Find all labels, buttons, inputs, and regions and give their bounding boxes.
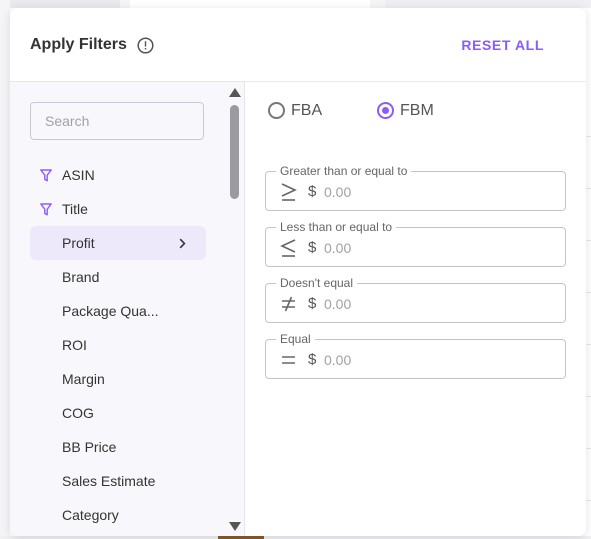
dialog-title: Apply Filters bbox=[30, 36, 127, 53]
filter-item-label: Title bbox=[62, 201, 88, 217]
field-label: Doesn't equal bbox=[276, 276, 358, 290]
amount-input-placeholder[interactable]: 0.00 bbox=[324, 240, 351, 256]
does-not-equal-field[interactable]: Doesn't equal $ 0.00 bbox=[265, 276, 566, 323]
background-table-edge bbox=[586, 80, 591, 539]
greater-than-or-equal-icon bbox=[281, 183, 297, 201]
filter-item-label: BB Price bbox=[62, 439, 117, 455]
filter-item-roi[interactable]: ROI bbox=[30, 328, 206, 362]
background-tab bbox=[10, 0, 120, 8]
radio-circle[interactable] bbox=[268, 102, 285, 119]
reset-all-button[interactable]: RESET ALL bbox=[461, 37, 544, 53]
field-label: Equal bbox=[276, 332, 315, 346]
filter-item-label: Brand bbox=[62, 269, 100, 285]
amount-input-placeholder[interactable]: 0.00 bbox=[324, 352, 351, 368]
fbm-radio-label[interactable]: FBM bbox=[400, 102, 434, 120]
chevron-right-icon bbox=[179, 238, 186, 249]
filter-item-title[interactable]: Title bbox=[30, 192, 206, 226]
fba-radio-label[interactable]: FBA bbox=[291, 102, 322, 120]
filter-item-label: Package Qua... bbox=[62, 303, 159, 319]
background-tab bbox=[385, 0, 591, 8]
filter-item-label: Profit bbox=[62, 235, 95, 251]
filter-list-scrollbar[interactable] bbox=[228, 88, 241, 536]
background-page bbox=[0, 0, 10, 539]
scrollbar-thumb[interactable] bbox=[230, 105, 239, 199]
apply-filters-dialog: Apply Filters RESET ALL ASIN Title Profi… bbox=[10, 8, 586, 536]
filter-item-asin[interactable]: ASIN bbox=[30, 158, 206, 192]
filter-item-profit[interactable]: Profit bbox=[30, 226, 206, 260]
background-tab bbox=[130, 0, 370, 8]
filter-item-label: Category bbox=[62, 507, 119, 523]
info-icon[interactable] bbox=[137, 37, 154, 54]
amount-input-placeholder[interactable]: 0.00 bbox=[324, 184, 351, 200]
greater-than-or-equal-field[interactable]: Greater than or equal to $ 0.00 bbox=[265, 164, 566, 211]
radio-circle[interactable] bbox=[377, 102, 394, 119]
equal-icon bbox=[282, 356, 295, 364]
field-label: Greater than or equal to bbox=[276, 164, 412, 178]
funnel-icon bbox=[40, 203, 52, 216]
scroll-up-arrow-icon[interactable] bbox=[229, 88, 241, 97]
filter-item-label: ROI bbox=[62, 337, 87, 353]
filter-item-category[interactable]: Category bbox=[30, 498, 206, 532]
filter-detail-panel: FBA FBM Greater than or equal to $ 0.00 … bbox=[245, 82, 586, 536]
less-than-or-equal-field[interactable]: Less than or equal to $ 0.00 bbox=[265, 220, 566, 267]
funnel-icon bbox=[40, 169, 52, 182]
amount-input-placeholder[interactable]: 0.00 bbox=[324, 296, 351, 312]
filter-item-bb-price[interactable]: BB Price bbox=[30, 430, 206, 464]
filter-item-label: COG bbox=[62, 405, 94, 421]
currency-symbol: $ bbox=[308, 351, 317, 368]
filter-item-margin[interactable]: Margin bbox=[30, 362, 206, 396]
less-than-or-equal-icon bbox=[280, 239, 296, 257]
filter-item-label: Margin bbox=[62, 371, 105, 387]
field-label: Less than or equal to bbox=[276, 220, 397, 234]
filter-item-label: Sales Estimate bbox=[62, 473, 156, 489]
equal-field[interactable]: Equal $ 0.00 bbox=[265, 332, 566, 379]
search-input[interactable] bbox=[30, 102, 204, 140]
currency-symbol: $ bbox=[308, 295, 317, 312]
filter-item-label: ASIN bbox=[62, 167, 95, 183]
currency-symbol: $ bbox=[308, 183, 317, 200]
filter-item-brand[interactable]: Brand bbox=[30, 260, 206, 294]
scroll-down-arrow-icon[interactable] bbox=[229, 522, 241, 531]
filter-list-panel: ASIN Title Profit Brand Package Qua... R… bbox=[10, 82, 245, 536]
filter-item-sales-estimate[interactable]: Sales Estimate bbox=[30, 464, 206, 498]
currency-symbol: $ bbox=[308, 239, 317, 256]
filter-item-cog[interactable]: COG bbox=[30, 396, 206, 430]
not-equal-icon bbox=[282, 296, 295, 312]
dialog-header: Apply Filters RESET ALL bbox=[10, 8, 586, 82]
filter-item-package-quantity[interactable]: Package Qua... bbox=[30, 294, 206, 328]
